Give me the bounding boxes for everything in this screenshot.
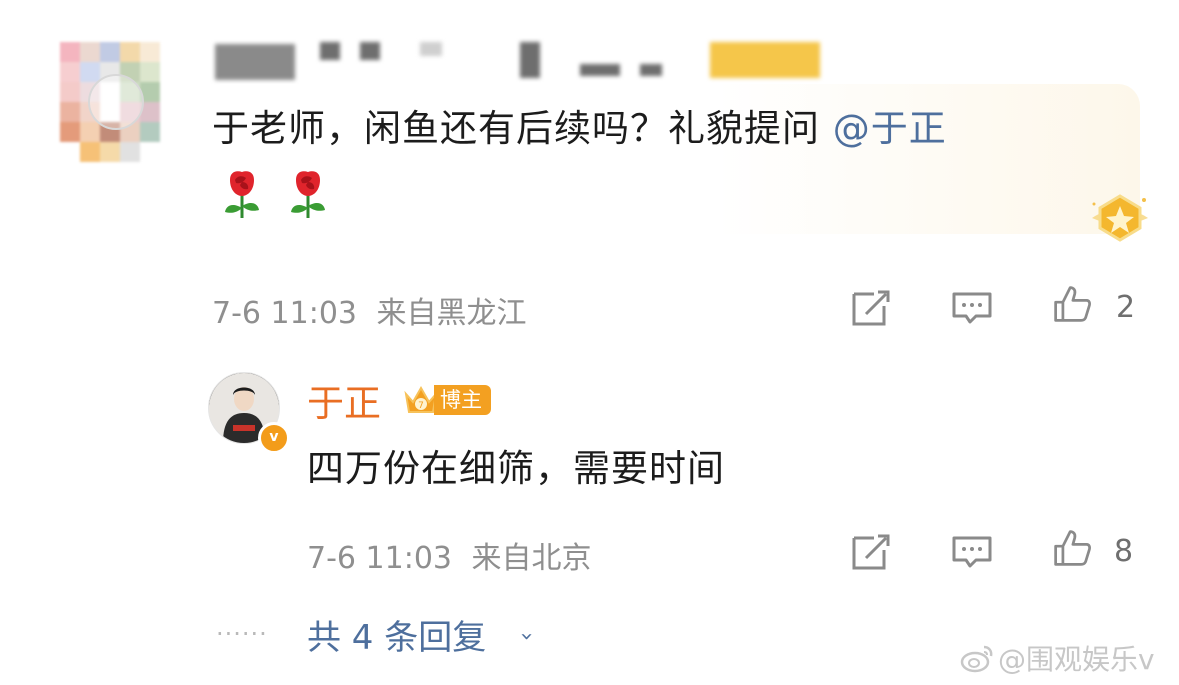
chevron-glyph: › <box>513 632 539 641</box>
more-dots: ······ <box>216 620 268 648</box>
chevron-down-icon[interactable]: › <box>514 632 539 641</box>
comment-body: 于老师，闲鱼还有后续吗？礼貌提问 <box>212 107 833 150</box>
author-name[interactable]: 于正 <box>307 373 381 427</box>
verified-v-badge-icon: v <box>258 422 290 454</box>
reply-text: 四万份在细筛，需要时间 <box>307 447 725 490</box>
weibo-logo-icon <box>960 645 993 673</box>
view-more-replies-link[interactable]: 共 4 条回复 <box>307 610 486 659</box>
avatar-ring <box>88 74 144 130</box>
rose-icon <box>225 171 259 218</box>
reply-location: 来自北京 <box>471 541 592 576</box>
comment-text: 于老师，闲鱼还有后续吗？礼貌提问 @于正 <box>212 103 947 155</box>
comment-bubble-icon[interactable] <box>950 288 994 328</box>
like-thumb-icon[interactable] <box>1050 528 1094 568</box>
reply-meta: 7-6 11:03 来自北京 <box>307 533 592 577</box>
comment-meta: 7-6 11:03 来自黑龙江 <box>212 288 527 332</box>
svg-text:7: 7 <box>418 401 424 411</box>
like-count: 2 <box>1116 290 1136 325</box>
comment-bubble-icon[interactable] <box>950 532 994 572</box>
comment-time: 7-6 11:03 <box>212 296 357 331</box>
weibo-watermark: @围观娱乐v <box>960 638 1155 678</box>
like-thumb-icon[interactable] <box>1050 284 1094 324</box>
repost-edit-icon[interactable] <box>848 288 892 328</box>
reply-time: 7-6 11:03 <box>307 541 452 576</box>
mention-link[interactable]: @于正 <box>833 107 947 150</box>
repost-edit-icon[interactable] <box>848 532 892 572</box>
rose-icon <box>291 171 325 218</box>
comment-location: 来自黑龙江 <box>376 296 527 331</box>
reply-like-count: 8 <box>1114 534 1134 569</box>
watermark-text: @围观娱乐v <box>998 643 1155 676</box>
blogger-badge-label: 博主 <box>434 385 491 415</box>
gold-star-badge-icon <box>1092 194 1148 242</box>
blogger-badge: 7 博主 <box>402 382 491 418</box>
